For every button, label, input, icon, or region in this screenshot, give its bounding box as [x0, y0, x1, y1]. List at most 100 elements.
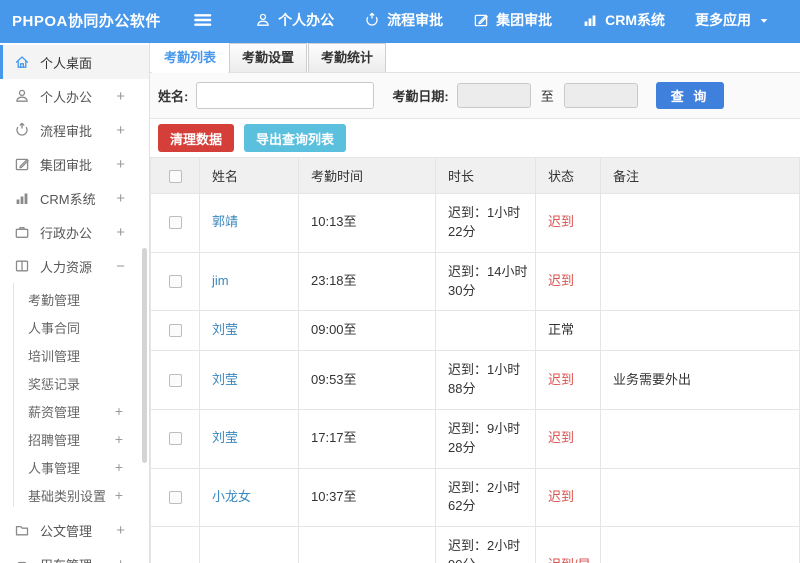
expand-plus-icon[interactable]: + — [115, 431, 123, 447]
expand-plus-icon[interactable]: + — [116, 88, 125, 105]
sidebar-subitem-attendance-management[interactable]: 考勤管理 — [0, 285, 149, 313]
sidebar-subitem-reward-punishment-records[interactable]: 奖惩记录 — [0, 369, 149, 397]
date-filter-label: 考勤日期: — [392, 89, 449, 104]
chart-icon — [582, 12, 598, 28]
attendance-time: 17:17至 — [298, 408, 436, 469]
tab-attendance-statistics[interactable]: 考勤统计 — [308, 43, 387, 72]
employee-name-link[interactable]: 刘莹 — [212, 372, 238, 387]
search-button[interactable]: 查 询 — [655, 82, 725, 109]
sidebar-subitem-salary-management[interactable]: 薪资管理 + — [0, 397, 149, 425]
expand-plus-icon[interactable]: + — [116, 190, 125, 207]
employee-name-link[interactable]: 小龙女 — [212, 489, 251, 504]
chart-icon — [14, 190, 30, 206]
sidebar-item-label: 个人桌面 — [40, 55, 93, 71]
row-checkbox[interactable] — [168, 275, 182, 289]
table-row: 刘莹 09:53至 迟到：1小时88分 迟到 业务需要外出 — [150, 350, 800, 410]
note — [600, 251, 800, 312]
note: 业务需要外出 — [600, 350, 800, 410]
sidebar-subitem-hr-contract[interactable]: 人事合同 — [0, 313, 149, 341]
filter-form: 姓名: 考勤日期: 至 查 询 — [150, 73, 800, 119]
tab-attendance-list[interactable]: 考勤列表 — [152, 44, 229, 73]
sidebar-item-document-management[interactable]: 公文管理 + — [0, 513, 149, 547]
hamburger-menu-icon[interactable] — [192, 9, 213, 31]
top-nav: 个人办公 流程审批 集团审批 CRM系统 更多应用 — [255, 10, 800, 30]
sidebar-subitem-label: 人事合同 — [28, 320, 81, 336]
nav-item-workflow-approval[interactable]: 流程审批 — [364, 10, 443, 30]
nav-item-personal-office[interactable]: 个人办公 — [255, 10, 334, 30]
sidebar-item-label: CRM系统 — [40, 191, 96, 207]
employee-name-link[interactable]: 刘莹 — [212, 322, 238, 337]
attendance-time: 10:37至 — [298, 467, 436, 528]
date-to-input[interactable] — [563, 83, 638, 108]
row-checkbox[interactable] — [168, 373, 182, 387]
export-list-button[interactable]: 导出查询列表 — [244, 124, 347, 152]
app-logo: PHPOA协同办公软件 — [12, 12, 161, 30]
name-filter-input[interactable] — [196, 82, 375, 109]
attendance-time: 09:53至 — [298, 350, 436, 410]
column-header: 考勤时间 — [298, 157, 436, 194]
sidebar-item-personal-office[interactable]: 个人办公 + — [0, 79, 149, 113]
table-row: 管理员10:54至10:54迟到：2小时90分早退：7小时10分迟到/早退111… — [150, 526, 800, 563]
duration: 迟到：2小时62分 — [435, 467, 536, 528]
expand-plus-icon[interactable]: + — [116, 556, 125, 563]
sidebar-item-crm-system[interactable]: CRM系统 + — [0, 181, 149, 215]
sidebar-subitem-training-management[interactable]: 培训管理 — [0, 341, 149, 369]
sidebar-item-label: 用车管理 — [40, 555, 116, 563]
duration: 迟到：1小时88分 — [435, 350, 536, 410]
sidebar-item-vehicle-management[interactable]: 用车管理+ — [0, 547, 149, 563]
sidebar-subitem-personnel-management[interactable]: 人事管理 + — [0, 453, 149, 481]
nav-item-group-approval[interactable]: 集团审批 — [473, 10, 552, 30]
date-from-input[interactable] — [456, 83, 531, 108]
status-badge: 迟到 — [535, 408, 601, 469]
expand-plus-icon[interactable]: + — [115, 487, 123, 503]
status-badge: 迟到 — [535, 467, 601, 528]
row-checkbox[interactable] — [168, 324, 182, 338]
row-checkbox[interactable] — [168, 432, 182, 446]
sidebar-item-label: 人力资源 — [40, 259, 93, 275]
nav-item-label: 集团审批 — [496, 12, 553, 28]
sidebar-subitem-label: 招聘管理 — [28, 432, 81, 448]
nav-item-more-apps[interactable]: 更多应用 — [695, 10, 770, 30]
select-all-checkbox[interactable] — [168, 170, 182, 184]
nav-item-crm-system[interactable]: CRM系统 — [582, 10, 665, 30]
sidebar-item-human-resources[interactable]: 人力资源 − — [0, 249, 149, 283]
collapse-minus-icon[interactable]: − — [116, 258, 125, 275]
sidebar-item-personal-desktop[interactable]: 个人桌面 — [0, 45, 149, 79]
nav-item-label: 流程审批 — [387, 12, 444, 28]
briefcase-icon — [14, 224, 30, 240]
status-badge: 迟到 — [535, 350, 601, 410]
note — [600, 193, 800, 253]
sidebar-subitem-label: 薪资管理 — [28, 404, 81, 420]
row-checkbox[interactable] — [168, 491, 182, 505]
status-badge: 迟到/早退 — [535, 526, 601, 563]
home-icon — [14, 54, 30, 70]
expand-plus-icon[interactable]: + — [116, 224, 125, 241]
sidebar-item-label: 个人办公 — [40, 89, 93, 105]
sidebar-item-admin-office[interactable]: 行政办公 + — [0, 215, 149, 249]
nav-item-label: 个人办公 — [278, 12, 335, 28]
sidebar: 个人桌面 个人办公 + 流程审批 + 集团审批 + CRM系统 + 行政办公 + 人力资源 − 考勤管理人… — [0, 43, 150, 563]
table-row: 刘莹 17:17至 迟到：9小时28分 迟到 — [150, 408, 800, 469]
expand-plus-icon[interactable]: + — [115, 459, 123, 475]
note — [600, 467, 800, 528]
column-header: 姓名 — [199, 157, 299, 194]
employee-name-link[interactable]: jim — [212, 273, 229, 288]
clean-data-button[interactable]: 清理数据 — [158, 124, 235, 152]
expand-plus-icon[interactable]: + — [116, 522, 125, 539]
expand-plus-icon[interactable]: + — [116, 122, 125, 139]
expand-plus-icon[interactable]: + — [115, 403, 123, 419]
name-filter-label: 姓名: — [158, 89, 189, 104]
sidebar-item-group-approval[interactable]: 集团审批 + — [0, 147, 149, 181]
sidebar-item-workflow-approval[interactable]: 流程审批 + — [0, 113, 149, 147]
row-checkbox[interactable] — [168, 216, 182, 230]
employee-name-link[interactable]: 刘莹 — [212, 430, 238, 445]
duration: 迟到：2小时90分早退：7小时10分 — [435, 526, 536, 563]
expand-plus-icon[interactable]: + — [116, 156, 125, 173]
sidebar-scrollbar[interactable] — [142, 248, 147, 463]
sidebar-subitem-recruitment-management[interactable]: 招聘管理 + — [0, 425, 149, 453]
sidebar-subitem-base-category-settings[interactable]: 基础类别设置 + — [0, 481, 149, 509]
sidebar-submenu-human-resources: 考勤管理 人事合同 培训管理 奖惩记录 薪资管理 + 招聘管理 + 人事管理 + 基础类别设置 + — [0, 283, 149, 513]
employee-name-link[interactable]: 郭靖 — [212, 214, 238, 229]
tab-attendance-settings[interactable]: 考勤设置 — [229, 43, 308, 72]
table-header-row: 姓名 考勤时间 时长 状态 备注 — [150, 157, 800, 194]
